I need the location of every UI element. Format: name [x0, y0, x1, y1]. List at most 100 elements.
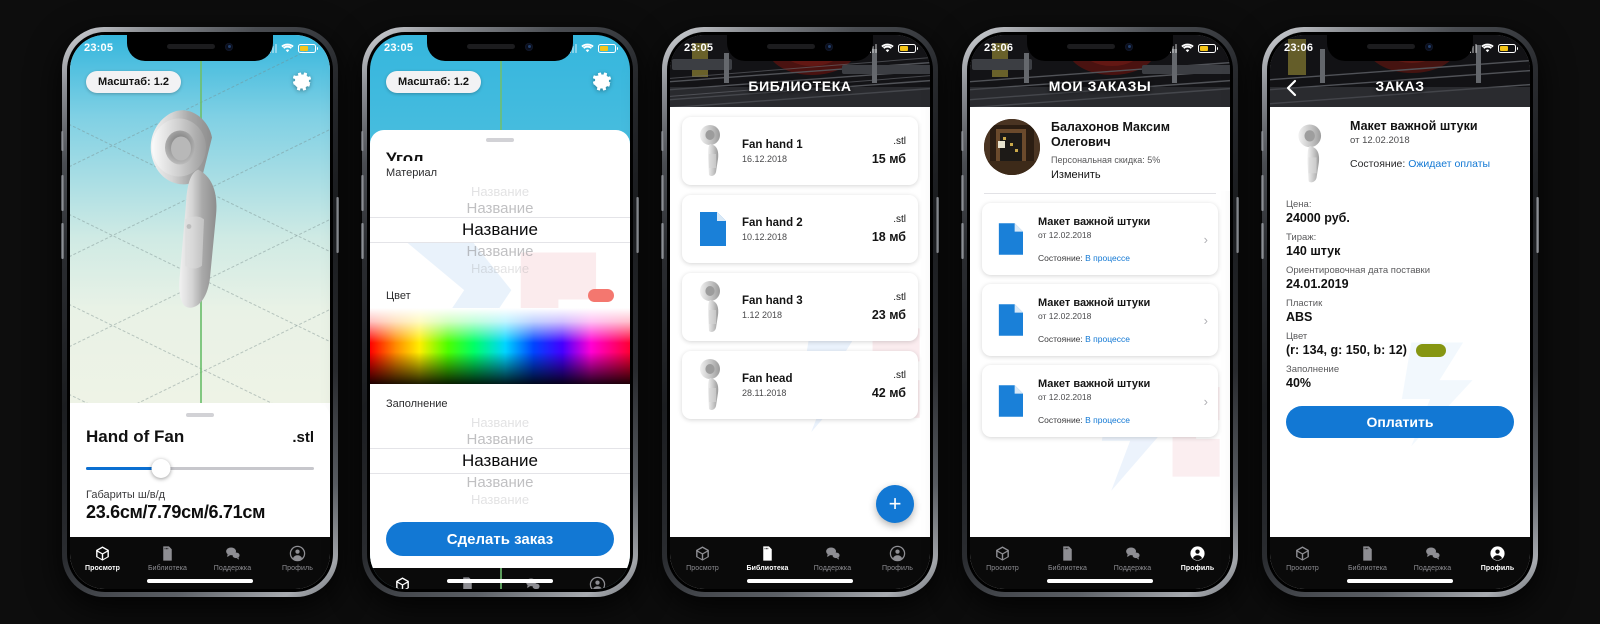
tab-biblioteka[interactable]: Библиотека [135, 545, 200, 572]
chevron-right-icon[interactable]: › [1200, 394, 1208, 409]
mute-switch[interactable] [61, 131, 64, 151]
edit-profile-link[interactable]: Изменить [1051, 169, 1216, 181]
tab-podderzhka[interactable]: Поддержка [1100, 545, 1165, 572]
file-size: 15 мб [871, 152, 906, 166]
picker-option-selected[interactable]: Название [370, 217, 630, 243]
orders-list[interactable]: Макет важной штуки от 12.02.2018 Состоян… [970, 194, 1230, 537]
tab-podderzhka[interactable]: Поддержка [200, 545, 265, 572]
status-time: 23:06 [984, 42, 1014, 54]
material-picker[interactable]: Название Название Название Название Назв… [370, 181, 630, 281]
page-title: ЗАКАЗ [1375, 78, 1425, 94]
volume-down-button[interactable] [361, 223, 364, 259]
place-order-button[interactable]: Сделать заказ [386, 522, 614, 556]
scale-slider[interactable] [86, 457, 314, 479]
sheet-grabber[interactable] [486, 138, 514, 142]
tab-prosmotr[interactable]: Просмотр [970, 545, 1035, 572]
list-item[interactable]: Fan hand 1 16.12.2018 .stl 15 мб [682, 117, 918, 185]
power-button[interactable] [1536, 197, 1539, 253]
scale-badge[interactable]: Масштаб: 1.2 [386, 71, 482, 93]
slider-knob[interactable] [151, 458, 171, 478]
volume-down-button[interactable] [61, 223, 64, 259]
tab-podderzhka[interactable]: Поддержка [800, 545, 865, 572]
picker-option[interactable]: Название [370, 200, 630, 217]
picker-option[interactable]: Название [370, 243, 630, 260]
color-field-row: (r: 134, g: 150, b: 12) [1286, 343, 1514, 357]
volume-up-button[interactable] [961, 175, 964, 211]
mute-switch[interactable] [661, 131, 664, 151]
tab-profil[interactable]: Профиль [1165, 545, 1230, 572]
picker-option[interactable]: Название [370, 260, 630, 277]
list-item[interactable]: Fan hand 2 10.12.2018 .stl 18 мб [682, 195, 918, 263]
picker-option[interactable]: Название [370, 183, 630, 200]
model-viewport[interactable]: Масштаб: 1.2 [70, 35, 330, 403]
chevron-right-icon[interactable]: › [1200, 313, 1208, 328]
home-indicator[interactable] [1347, 579, 1453, 583]
file-name: Fan hand 3 [742, 294, 803, 307]
volume-up-button[interactable] [661, 175, 664, 211]
picker-option[interactable]: Название [370, 491, 630, 508]
volume-up-button[interactable] [1261, 175, 1264, 211]
picker-option[interactable]: Название [370, 431, 630, 448]
volume-up-button[interactable] [61, 175, 64, 211]
order-list-item[interactable]: Макет важной штуки от 12.02.2018 Состоян… [982, 284, 1218, 356]
avatar[interactable] [984, 119, 1040, 175]
scale-badge[interactable]: Масштаб: 1.2 [86, 71, 182, 93]
tab-prosmotr[interactable]: Просмотр [70, 545, 135, 572]
field-label: Пластик [1286, 298, 1323, 309]
mute-switch[interactable] [961, 131, 964, 151]
field-label: Тираж: [1286, 232, 1317, 243]
sheet-grabber[interactable] [186, 413, 214, 417]
picker-option[interactable]: Название [370, 414, 630, 431]
gear-icon[interactable] [290, 69, 314, 93]
list-item[interactable]: Fan head 28.11.2018 .stl 42 мб [682, 351, 918, 419]
volume-down-button[interactable] [961, 223, 964, 259]
profile-summary[interactable]: Балахонов Максим Олегович Персональная с… [970, 107, 1230, 191]
power-button[interactable] [1236, 197, 1239, 253]
gear-icon[interactable] [590, 69, 614, 93]
infill-label: Заполнение [386, 398, 448, 410]
order-list-item[interactable]: Макет важной штуки от 12.02.2018 Состоян… [982, 365, 1218, 437]
tab-profil[interactable]: Профиль [265, 545, 330, 572]
home-indicator[interactable] [147, 579, 253, 583]
volume-up-button[interactable] [361, 175, 364, 211]
infill-field-label: Заполнение [1286, 364, 1340, 375]
dimensions-value: 23.6см/7.79см/6.71см [86, 502, 266, 522]
power-button[interactable] [336, 197, 339, 253]
battery-icon [1198, 43, 1218, 53]
tab-profil[interactable]: Профиль [865, 545, 930, 572]
tab-label: Библиотека [147, 564, 188, 572]
home-indicator[interactable] [747, 579, 853, 583]
picker-option-selected[interactable]: Название [370, 448, 630, 474]
tab-podderzhka[interactable]: Поддержка [1400, 545, 1465, 572]
tab-prosmotr[interactable]: Просмотр [1270, 545, 1335, 572]
color-swatch[interactable] [588, 289, 614, 302]
power-button[interactable] [936, 197, 939, 253]
dimensions-label: Габариты ш/в/д [86, 489, 166, 501]
tab-biblioteka[interactable]: Библиотека [735, 545, 800, 572]
wifi-icon [1181, 43, 1194, 53]
power-button[interactable] [636, 197, 639, 253]
home-indicator[interactable] [1047, 579, 1153, 583]
add-file-button[interactable]: + [876, 485, 914, 523]
back-button[interactable] [1284, 79, 1300, 97]
home-indicator[interactable] [447, 579, 553, 583]
volume-down-button[interactable] [1261, 223, 1264, 259]
mute-switch[interactable] [361, 131, 364, 151]
mute-switch[interactable] [1261, 131, 1264, 151]
picker-option[interactable]: Название [370, 474, 630, 491]
tab-profil[interactable]: Профиль [1465, 545, 1530, 572]
pay-button[interactable]: Оплатить [1286, 406, 1514, 438]
volume-down-button[interactable] [661, 223, 664, 259]
tab-prosmotr[interactable]: Просмотр [670, 545, 735, 572]
color-picker-grid[interactable] [370, 308, 630, 384]
file-extension: .stl [893, 292, 906, 303]
infill-picker[interactable]: Название Название Название Название Назв… [370, 412, 630, 512]
chevron-right-icon[interactable]: › [1200, 232, 1208, 247]
library-list[interactable]: Fan hand 1 16.12.2018 .stl 15 мб Fan han… [670, 107, 930, 537]
tab-biblioteka[interactable]: Библиотека [1035, 545, 1100, 572]
front-camera [1425, 42, 1433, 51]
tab-biblioteka[interactable]: Библиотека [1335, 545, 1400, 572]
order-state: Состояние: Ожидает оплаты [1350, 158, 1514, 170]
order-list-item[interactable]: Макет важной штуки от 12.02.2018 Состоян… [982, 203, 1218, 275]
list-item[interactable]: Fan hand 3 1.12 2018 .stl 23 мб [682, 273, 918, 341]
